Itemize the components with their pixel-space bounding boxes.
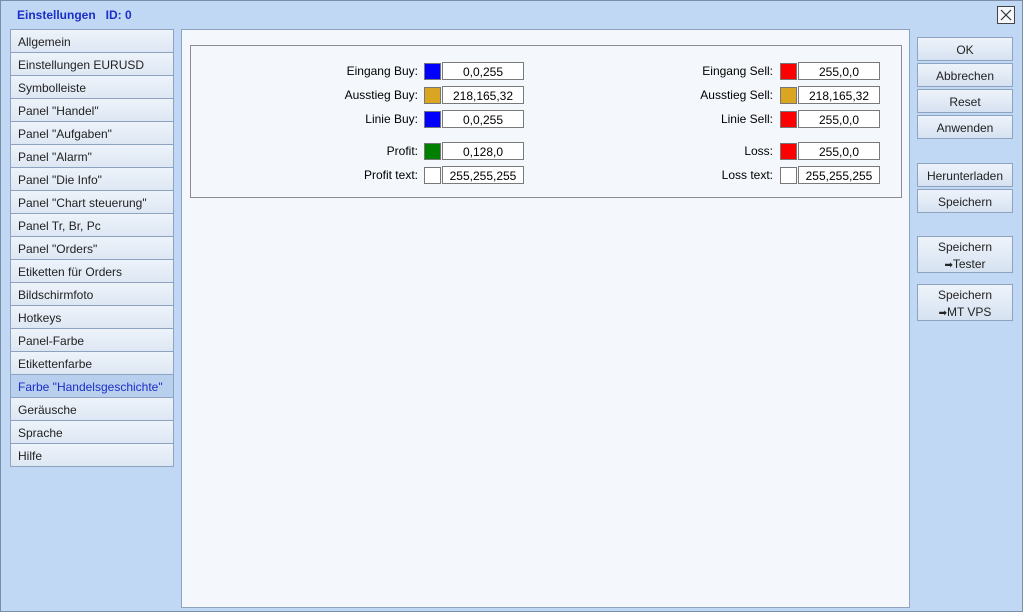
ok-button[interactable]: OK: [917, 37, 1013, 61]
ausstieg-sell-label: Ausstieg Sell:: [700, 88, 773, 102]
ausstieg-buy-value[interactable]: 218,165,32: [442, 86, 524, 104]
profit-swatch[interactable]: [424, 143, 441, 160]
ausstieg-buy-swatch[interactable]: [424, 87, 441, 104]
arrow-right-icon: ➡: [938, 308, 947, 319]
close-button[interactable]: [997, 6, 1015, 24]
speichern-vps-line2: MT VPS: [946, 305, 992, 319]
linie-sell-label: Linie Sell:: [720, 112, 773, 126]
linie-sell-value[interactable]: 255,0,0: [798, 110, 880, 128]
sidebar-item-panel-chart-steuerung[interactable]: Panel "Chart steuerung": [10, 190, 174, 214]
row-eingang-buy: Eingang Buy: 0,0,255: [191, 62, 531, 80]
sidebar-item-symbolleiste[interactable]: Symbolleiste: [10, 75, 174, 99]
history-color-panel: Eingang Buy: 0,0,255 Ausstieg Buy: 218,1…: [190, 45, 902, 198]
profit-text-value[interactable]: 255,255,255: [442, 166, 524, 184]
eingang-sell-value[interactable]: 255,0,0: [798, 62, 880, 80]
linie-sell-swatch[interactable]: [780, 111, 797, 128]
row-linie-buy: Linie Buy: 0,0,255: [191, 110, 531, 128]
abbrechen-button[interactable]: Abbrechen: [917, 63, 1013, 87]
anwenden-button[interactable]: Anwenden: [917, 115, 1013, 139]
ausstieg-sell-swatch[interactable]: [780, 87, 797, 104]
loss-swatch[interactable]: [780, 143, 797, 160]
speichern-tester-line1: Speichern: [937, 240, 993, 254]
sidebar-item-etiketten-orders[interactable]: Etiketten für Orders: [10, 259, 174, 283]
settings-window: Einstellungen ID: 0 Allgemein Einstellun…: [0, 0, 1023, 612]
sidebar-item-allgemein[interactable]: Allgemein: [10, 29, 174, 53]
row-ausstieg-sell: Ausstieg Sell: 218,165,32: [551, 86, 891, 104]
sidebar-item-farbe-handelsgeschichte[interactable]: Farbe "Handelsgeschichte": [10, 374, 174, 398]
loss-value[interactable]: 255,0,0: [798, 142, 880, 160]
profit-text-swatch[interactable]: [424, 167, 441, 184]
row-profit-text: Profit text: 255,255,255: [191, 166, 531, 184]
ausstieg-sell-value[interactable]: 218,165,32: [798, 86, 880, 104]
speichern-tester-line2: Tester: [952, 257, 986, 271]
sidebar-item-panel-tr-br-pc[interactable]: Panel Tr, Br, Pc: [10, 213, 174, 237]
sidebar-item-bildschirmfoto[interactable]: Bildschirmfoto: [10, 282, 174, 306]
linie-buy-swatch[interactable]: [424, 111, 441, 128]
sidebar-item-etikettenfarbe[interactable]: Etikettenfarbe: [10, 351, 174, 375]
sidebar-item-panel-die-info[interactable]: Panel "Die Info": [10, 167, 174, 191]
sidebar-item-panel-handel[interactable]: Panel "Handel": [10, 98, 174, 122]
eingang-buy-value[interactable]: 0,0,255: [442, 62, 524, 80]
sidebar-item-panel-alarm[interactable]: Panel "Alarm": [10, 144, 174, 168]
content-area: Eingang Buy: 0,0,255 Ausstieg Buy: 218,1…: [181, 29, 910, 608]
reset-button[interactable]: Reset: [917, 89, 1013, 113]
herunterladen-button[interactable]: Herunterladen: [917, 163, 1013, 187]
sidebar-item-hotkeys[interactable]: Hotkeys: [10, 305, 174, 329]
profit-label: Profit:: [386, 144, 418, 158]
window-title: Einstellungen ID: 0: [17, 8, 132, 22]
profit-text-label: Profit text:: [363, 168, 418, 182]
speichern-vps-line1: Speichern: [937, 288, 993, 302]
eingang-buy-label: Eingang Buy:: [346, 64, 418, 78]
linie-buy-label: Linie Buy:: [365, 112, 418, 126]
eingang-sell-swatch[interactable]: [780, 63, 797, 80]
profit-value[interactable]: 0,128,0: [442, 142, 524, 160]
eingang-sell-label: Eingang Sell:: [702, 64, 773, 78]
arrow-right-icon: ➡: [944, 260, 953, 271]
sidebar-item-panel-aufgaben[interactable]: Panel "Aufgaben": [10, 121, 174, 145]
loss-text-swatch[interactable]: [780, 167, 797, 184]
loss-label: Loss:: [744, 144, 773, 158]
row-ausstieg-buy: Ausstieg Buy: 218,165,32: [191, 86, 531, 104]
close-icon: [1000, 9, 1012, 21]
sidebar: Allgemein Einstellungen EURUSD Symbollei…: [10, 29, 174, 467]
sidebar-item-sprache[interactable]: Sprache: [10, 420, 174, 444]
sidebar-item-panel-farbe[interactable]: Panel-Farbe: [10, 328, 174, 352]
speichern-button[interactable]: Speichern: [917, 189, 1013, 213]
linie-buy-value[interactable]: 0,0,255: [442, 110, 524, 128]
eingang-buy-swatch[interactable]: [424, 63, 441, 80]
row-eingang-sell: Eingang Sell: 255,0,0: [551, 62, 891, 80]
sidebar-item-hilfe[interactable]: Hilfe: [10, 443, 174, 467]
row-loss: Loss: 255,0,0: [551, 142, 891, 160]
row-profit: Profit: 0,128,0: [191, 142, 531, 160]
sidebar-item-einstellungen-eurusd[interactable]: Einstellungen EURUSD: [10, 52, 174, 76]
row-linie-sell: Linie Sell: 255,0,0: [551, 110, 891, 128]
sidebar-item-panel-orders[interactable]: Panel "Orders": [10, 236, 174, 260]
loss-text-value[interactable]: 255,255,255: [798, 166, 880, 184]
row-loss-text: Loss text: 255,255,255: [551, 166, 891, 184]
sidebar-item-geraeusche[interactable]: Geräusche: [10, 397, 174, 421]
ausstieg-buy-label: Ausstieg Buy:: [344, 88, 418, 102]
speichern-mt-vps-button[interactable]: Speichern ➡MT VPS: [917, 284, 1013, 321]
loss-text-label: Loss text:: [721, 168, 773, 182]
speichern-tester-button[interactable]: Speichern ➡Tester: [917, 236, 1013, 273]
